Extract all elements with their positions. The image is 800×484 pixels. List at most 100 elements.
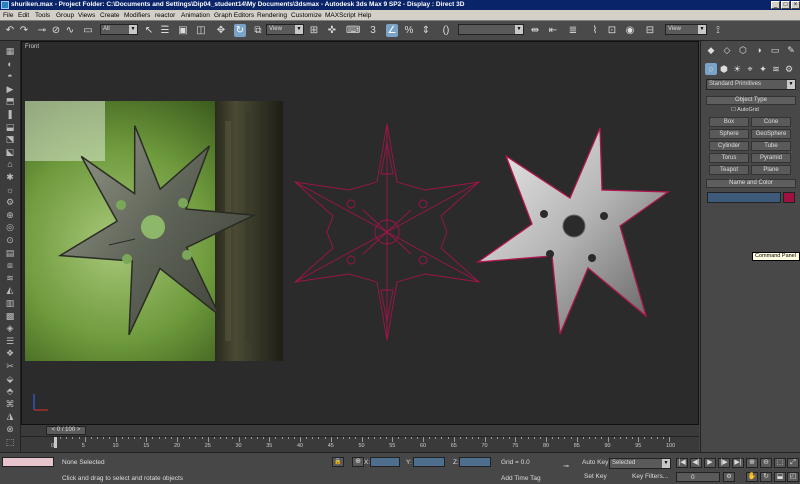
left-tool-15-icon[interactable]: ◎ [3, 221, 17, 233]
key-selection-dropdown[interactable]: Selected ▼ [609, 458, 671, 469]
render-scene-icon[interactable]: ⊟ [644, 24, 656, 37]
plane-button[interactable]: Plane [751, 165, 791, 175]
left-tool-25-icon[interactable]: ❖ [3, 347, 17, 359]
arc-rotate-icon[interactable]: ↻ [760, 472, 772, 482]
select-and-move-icon[interactable]: ✥ [215, 24, 227, 37]
select-and-scale-icon[interactable]: ⧉ [252, 24, 264, 37]
torus-button[interactable]: Torus [709, 153, 749, 163]
spinner-snap-icon[interactable]: ⇕ [420, 24, 432, 37]
helpers-subtab-icon[interactable]: ✦ [757, 63, 769, 75]
menu-reactor[interactable]: reactor [155, 10, 175, 21]
time-slider[interactable]: < 0 / 100 > [21, 425, 699, 436]
utilities-tab-icon[interactable]: ✎ [785, 44, 797, 56]
unlink-selection-icon[interactable]: ⊘ [50, 24, 62, 37]
key-mode-icon[interactable]: ⊸ [560, 463, 572, 473]
left-tool-24-icon[interactable]: ☰ [3, 335, 17, 347]
viewport-label[interactable]: Front [25, 44, 39, 50]
rotate-hint-icon[interactable]: () [440, 24, 452, 37]
quick-render-icon[interactable]: ⟟ [712, 24, 724, 37]
left-tool-29-icon[interactable]: ⌘ [3, 398, 17, 410]
pan-view-icon[interactable]: ✋ [746, 472, 758, 482]
x-coordinate-field[interactable] [370, 457, 400, 467]
geometry-subtab-icon[interactable]: ○ [705, 63, 717, 75]
menu-maxscript[interactable]: MAXScript [325, 10, 356, 21]
selection-filter-dropdown[interactable]: All ▼ [100, 24, 138, 35]
zoom-extents-icon[interactable]: ⬚ [774, 458, 786, 468]
menu-modifiers[interactable]: Modifiers [124, 10, 150, 21]
snaps-toggle-icon[interactable]: 3 [367, 24, 379, 37]
space-warps-subtab-icon[interactable]: ≋ [770, 63, 782, 75]
left-tool-26-icon[interactable]: ✂ [3, 360, 17, 372]
next-frame-icon[interactable]: |▶ [718, 458, 730, 468]
object-type-rollout[interactable]: Object Type [706, 96, 796, 105]
curve-editor-icon[interactable]: ⌇ [589, 24, 601, 37]
select-object-icon[interactable]: ↖ [143, 24, 155, 37]
reference-coordinate-dropdown[interactable]: View ▼ [266, 24, 304, 35]
object-name-input[interactable] [707, 192, 781, 203]
material-editor-icon[interactable]: ◉ [624, 24, 636, 37]
track-bar[interactable]: 0 5 10 15 20 25 30 35 40 45 50 55 60 65 70 75 80 85 90 95 10… [21, 436, 699, 452]
minimize-button[interactable]: _ [771, 1, 780, 9]
menu-file[interactable]: File [3, 10, 13, 21]
menu-views[interactable]: Views [78, 10, 95, 21]
left-tool-17-icon[interactable]: ▤ [3, 247, 17, 259]
menu-help[interactable]: Help [358, 10, 371, 21]
goto-end-icon[interactable]: ▶| [732, 458, 744, 468]
hierarchy-tab-icon[interactable]: ⬡ [737, 44, 749, 56]
left-tool-7-icon[interactable]: ⬓ [3, 121, 17, 133]
goto-start-icon[interactable]: |◀ [676, 458, 688, 468]
create-tab-icon[interactable]: ◆ [705, 44, 717, 56]
display-tab-icon[interactable]: ▭ [769, 44, 781, 56]
bind-space-warp-icon[interactable]: ∿ [64, 24, 76, 37]
left-tool-30-icon[interactable]: ◮ [3, 410, 17, 422]
selection-group-icon[interactable]: ▭ [82, 24, 94, 37]
box-button[interactable]: Box [709, 117, 749, 127]
manipulate-icon[interactable]: ✜ [326, 24, 338, 37]
left-tool-1-icon[interactable]: ▦ [3, 45, 17, 57]
cameras-subtab-icon[interactable]: ⌖ [744, 63, 756, 75]
layer-manager-icon[interactable]: ≣ [567, 24, 579, 37]
menu-edit[interactable]: Edit [18, 10, 29, 21]
left-tool-28-icon[interactable]: ⬘ [3, 385, 17, 397]
cone-button[interactable]: Cone [751, 117, 791, 127]
maximize-viewport-icon[interactable]: ◰ [787, 472, 799, 482]
close-button[interactable]: × [791, 1, 800, 9]
cylinder-button[interactable]: Cylinder [709, 141, 749, 151]
left-tool-6-icon[interactable]: ❚ [3, 108, 17, 120]
key-filters-button[interactable]: Key Filters... [632, 473, 668, 480]
play-icon[interactable]: ▶ [704, 458, 716, 468]
left-tool-21-icon[interactable]: ▥ [3, 297, 17, 309]
left-tool-19-icon[interactable]: ≋ [3, 272, 17, 284]
left-tool-9-icon[interactable]: ⬕ [3, 146, 17, 158]
time-slider-next[interactable]: > [77, 427, 81, 433]
current-frame-field[interactable]: 0 [676, 472, 720, 482]
set-key-button[interactable]: Set Key [584, 473, 607, 480]
absolute-mode-icon[interactable]: ⊕ [352, 457, 364, 467]
left-tool-23-icon[interactable]: ◈ [3, 322, 17, 334]
window-crossing-icon[interactable]: ◫ [195, 24, 207, 37]
named-selection-sets-dropdown[interactable]: ▼ [458, 24, 524, 35]
front-viewport[interactable]: Front [21, 41, 699, 425]
shapes-subtab-icon[interactable]: ⬢ [718, 63, 730, 75]
zoom-extents-all-icon[interactable]: ⤢ [787, 458, 799, 468]
select-by-name-icon[interactable]: ☰ [159, 24, 171, 37]
modify-tab-icon[interactable]: ◇ [721, 44, 733, 56]
left-tool-18-icon[interactable]: ⧈ [3, 259, 17, 271]
shaded-shuriken[interactable] [474, 124, 670, 340]
left-tool-5-icon[interactable]: ⬒ [3, 95, 17, 107]
menu-tools[interactable]: Tools [35, 10, 50, 21]
mirror-icon[interactable]: ⇹ [529, 24, 541, 37]
left-tool-11-icon[interactable]: ✱ [3, 171, 17, 183]
pyramid-button[interactable]: Pyramid [751, 153, 791, 163]
current-frame-marker[interactable] [54, 437, 57, 448]
keyboard-shortcut-icon[interactable]: ⌨ [346, 24, 360, 37]
left-tool-2-icon[interactable]: ◐ [3, 58, 17, 70]
systems-subtab-icon[interactable]: ⚙ [783, 63, 795, 75]
menu-group[interactable]: Group [56, 10, 74, 21]
sphere-button[interactable]: Sphere [709, 129, 749, 139]
zoom-icon[interactable]: ⊕ [746, 458, 758, 468]
add-time-tag[interactable]: Add Time Tag [501, 475, 541, 482]
left-tool-16-icon[interactable]: ⊙ [3, 234, 17, 246]
menu-create[interactable]: Create [100, 10, 120, 21]
redo-icon[interactable]: ↷ [18, 24, 30, 37]
